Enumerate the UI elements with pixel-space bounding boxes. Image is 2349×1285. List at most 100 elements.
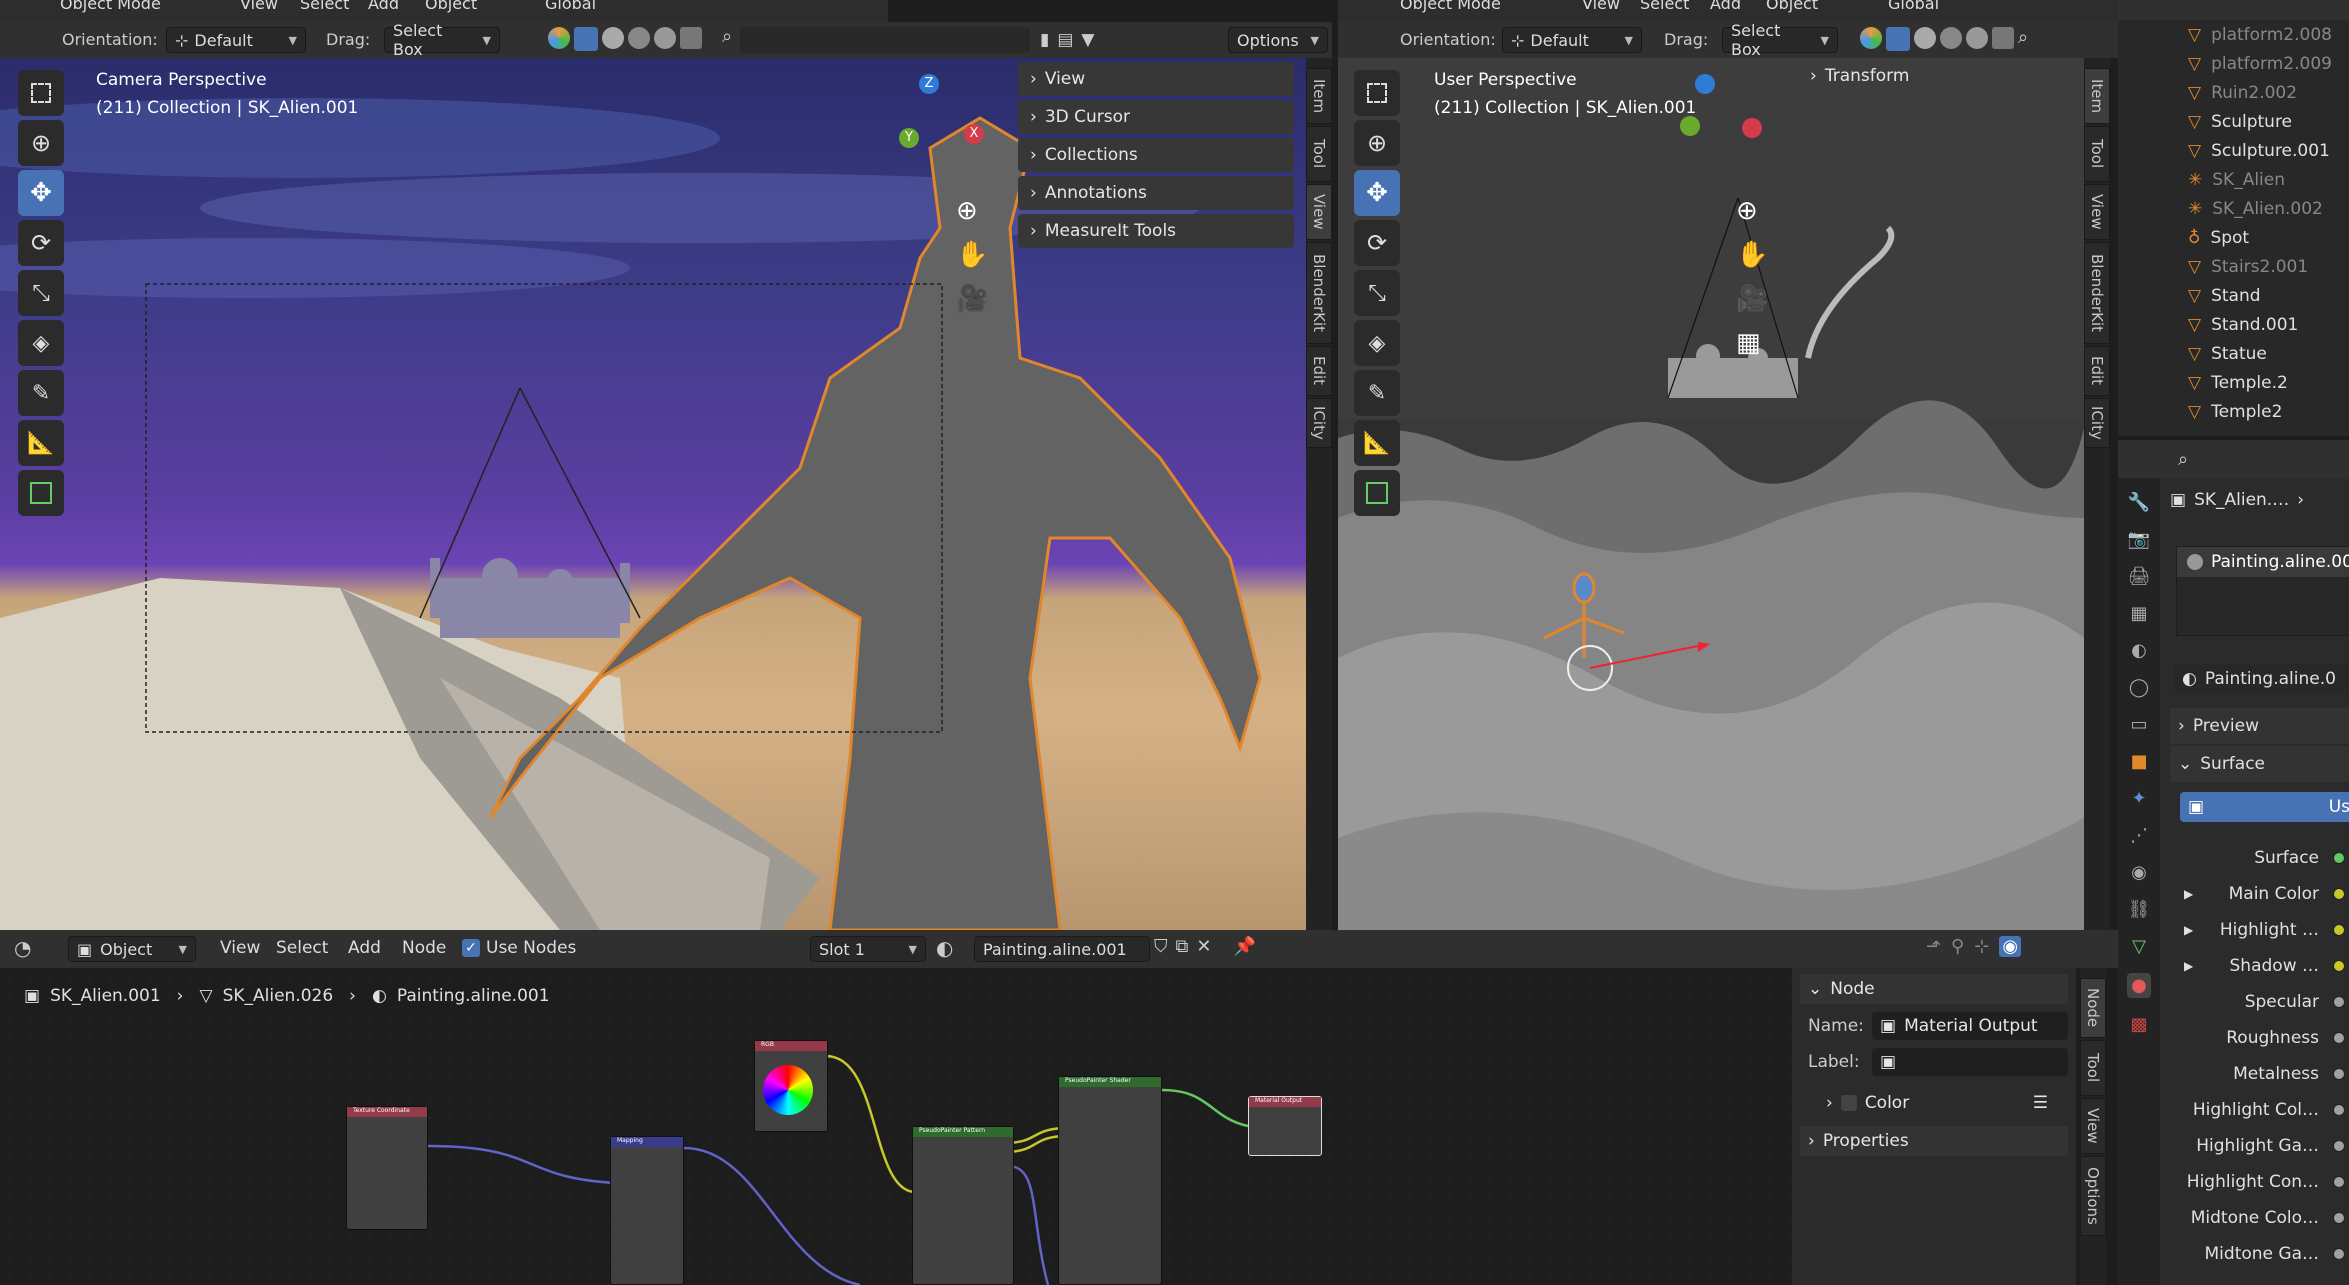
left-options-dropdown[interactable]: Options ▼ <box>1228 27 1328 53</box>
material-shading-icon[interactable] <box>628 27 650 49</box>
midtone-gamma-row[interactable]: Midtone Ga… <box>2170 1236 2349 1272</box>
tab-edit[interactable]: Edit <box>1306 346 1332 396</box>
node-name-field[interactable]: ▣ Material Output <box>1872 1012 2068 1040</box>
left-nav-gizmo[interactable]: Z X Y <box>876 72 986 202</box>
right-menu-view[interactable]: View <box>1582 0 1620 13</box>
left-transform-orientation[interactable]: Global <box>545 0 596 13</box>
gizmo-z-icon[interactable] <box>1695 74 1715 94</box>
object-tab-icon[interactable]: ■ <box>2130 751 2147 772</box>
node-menu-node[interactable]: Node <box>402 938 446 958</box>
cursor-tool[interactable]: ⊕ <box>18 120 64 166</box>
use-nodes-button[interactable]: ▣ Us <box>2180 792 2349 822</box>
snap-icon[interactable]: ⚲ <box>1951 936 1964 957</box>
node-mapping[interactable]: Mapping <box>610 1136 684 1285</box>
pan-hand-icon[interactable]: ✋ <box>1736 240 1768 270</box>
node-texture-coordinate[interactable]: Texture Coordinate <box>346 1106 428 1230</box>
node-panel-header[interactable]: ⌄ Node <box>1800 974 2068 1004</box>
node-editor-type-dropdown[interactable]: ▣ Object ▼ <box>68 936 196 962</box>
texture-tab-icon[interactable]: ▩ <box>2130 1014 2147 1035</box>
snap-options-icon[interactable]: ⊹ <box>1974 936 1989 957</box>
wireframe-shading-icon[interactable] <box>1886 27 1910 51</box>
outliner-item[interactable]: ▽ Stand.001 <box>2188 310 2349 339</box>
node-color-row[interactable]: › Color ☰ <box>1826 1090 2068 1116</box>
gizmo-x-icon[interactable]: X <box>964 124 984 144</box>
tab-node[interactable]: Node <box>2080 978 2106 1038</box>
tab-tool[interactable]: Tool <box>1306 126 1332 182</box>
preview-panel[interactable]: › Preview <box>2170 708 2349 744</box>
rendered-shading-icon[interactable] <box>1966 27 1988 49</box>
gizmo-y-icon[interactable]: Y <box>899 128 919 148</box>
left-mode-menu[interactable]: Object Mode <box>60 0 161 13</box>
parent-node-tree-icon[interactable]: ⬏ <box>1926 936 1941 957</box>
overlay-color-icon[interactable] <box>1860 27 1882 49</box>
npanel-annotations[interactable]: › Annotations <box>1018 176 1294 210</box>
transform-tool[interactable]: ◈ <box>1354 320 1400 366</box>
tab-view[interactable]: View <box>2084 184 2110 240</box>
view-layer-tab-icon[interactable]: ▦ <box>2130 603 2147 624</box>
outliner-item[interactable]: ♁ Spot <box>2188 223 2349 252</box>
tab-icity[interactable]: ICity <box>1306 398 1332 448</box>
search-icon[interactable]: ⌕ <box>2018 27 2028 53</box>
use-nodes-checkbox[interactable]: ✓ Use Nodes <box>462 938 576 958</box>
right-drag-dropdown[interactable]: Select Box ▼ <box>1722 21 1838 59</box>
left-menu-object[interactable]: Object <box>425 0 477 13</box>
highlight-row[interactable]: ▶ Highlight … <box>2170 912 2349 948</box>
left-search-icon[interactable]: ⌕ <box>722 26 732 47</box>
grid-view-icon[interactable]: ▦ <box>1736 328 1768 358</box>
close-icon[interactable]: ✕ <box>1196 936 1211 957</box>
move-tool[interactable]: ✥ <box>18 170 64 216</box>
shadow-row[interactable]: ▶ Shadow … <box>2170 948 2349 984</box>
world-tab-icon[interactable]: ◯ <box>2129 677 2149 698</box>
right-transform-orientation[interactable]: Global <box>1888 0 1939 13</box>
render-tab-icon[interactable]: 📷 <box>2128 529 2150 550</box>
right-menu-object[interactable]: Object <box>1766 0 1818 13</box>
tab-options[interactable]: Options <box>2080 1156 2106 1236</box>
color-wheel-icon[interactable] <box>763 1065 813 1115</box>
npanel-3d-cursor[interactable]: › 3D Cursor <box>1018 100 1294 134</box>
specular-row[interactable]: Specular <box>2170 984 2349 1020</box>
right-shading-buttons[interactable]: ⌕ <box>1860 27 2060 53</box>
midtone-color-row[interactable]: Midtone Colo… <box>2170 1200 2349 1236</box>
npanel-collections[interactable]: › Collections <box>1018 138 1294 172</box>
add-cube-tool[interactable] <box>18 470 64 516</box>
zoom-icon[interactable]: ⊕ <box>1736 196 1768 226</box>
solid-shading-icon[interactable] <box>1914 27 1936 49</box>
rotate-tool[interactable]: ⟳ <box>1354 220 1400 266</box>
scale-tool[interactable]: ⤡ <box>1354 270 1400 316</box>
collection-tab-icon[interactable]: ▭ <box>2130 714 2147 735</box>
tab-tool[interactable]: Tool <box>2084 126 2110 182</box>
tool-tab-icon[interactable]: 🔧 <box>2128 492 2150 513</box>
pan-hand-icon[interactable]: ✋ <box>956 240 988 270</box>
right-menu-select[interactable]: Select <box>1640 0 1689 13</box>
right-menu-add[interactable]: Add <box>1710 0 1741 13</box>
move-tool[interactable]: ✥ <box>1354 170 1400 216</box>
outliner-item[interactable]: ▽ Ruin2.002 <box>2188 78 2349 107</box>
right-nav-gizmo[interactable] <box>1652 72 1762 202</box>
node-properties-panel[interactable]: › Properties <box>1800 1126 2068 1156</box>
surface-panel[interactable]: ⌄ Surface <box>2170 746 2349 782</box>
tab-view[interactable]: View <box>2080 1098 2106 1154</box>
highlight-color-row[interactable]: Highlight Col… <box>2170 1092 2349 1128</box>
node-material-output[interactable]: Material Output <box>1248 1096 1322 1156</box>
pin-icon[interactable]: 📌 <box>1233 936 1255 957</box>
tab-icity[interactable]: ICity <box>2084 398 2110 448</box>
xray-icon[interactable] <box>680 27 702 49</box>
left-menu-add[interactable]: Add <box>368 0 399 13</box>
measure-tool[interactable]: 📐 <box>1354 420 1400 466</box>
select-box-tool[interactable] <box>1354 70 1400 116</box>
solid-shading-icon[interactable] <box>602 27 624 49</box>
camera-view-icon[interactable]: 🎥 <box>956 284 988 314</box>
outliner-item[interactable]: ▽ Sculpture <box>2188 107 2349 136</box>
node-rgb[interactable]: RGB <box>754 1040 828 1132</box>
filter-icon[interactable]: ▼ <box>1081 30 1094 50</box>
tab-view[interactable]: View <box>1306 184 1332 240</box>
transform-tool[interactable]: ◈ <box>18 320 64 366</box>
camera-view-icon[interactable]: 🎥 <box>1736 284 1768 314</box>
constraints-tab-icon[interactable]: ⛓ <box>2128 899 2151 920</box>
rotate-tool[interactable]: ⟳ <box>18 220 64 266</box>
surface-row[interactable]: Surface <box>2170 840 2349 876</box>
material-shading-icon[interactable] <box>1940 27 1962 49</box>
material-name-field[interactable]: Painting.aline.001 <box>974 936 1150 962</box>
output-tab-icon[interactable]: 🖨 <box>2128 566 2151 587</box>
node-menu-select[interactable]: Select <box>276 938 328 958</box>
